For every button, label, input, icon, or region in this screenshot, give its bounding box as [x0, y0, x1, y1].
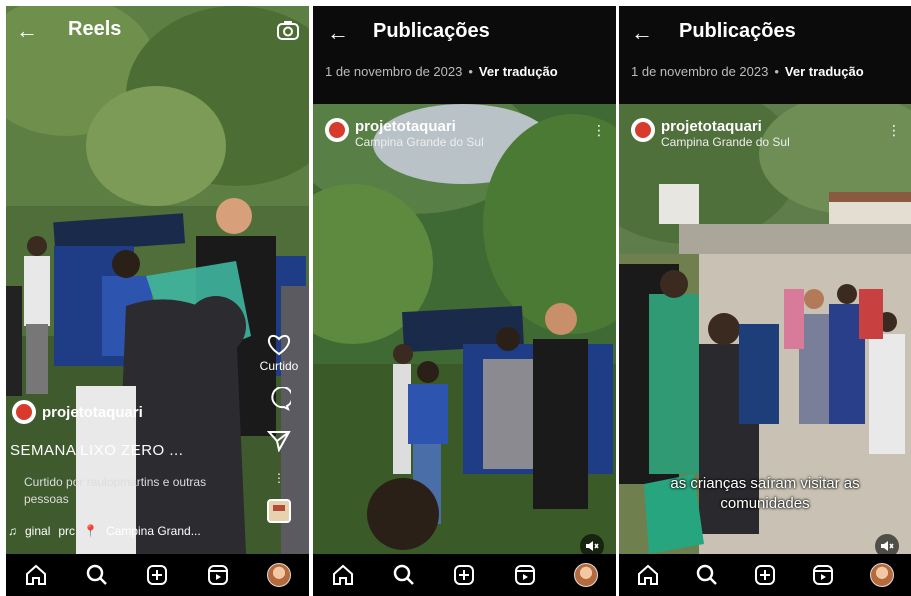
post-date: 1 de novembro de 2023: [325, 64, 463, 79]
reel-caption[interactable]: SEMANA LIXO ZERO ...: [10, 442, 183, 459]
search-icon[interactable]: [391, 562, 417, 588]
reel-author[interactable]: projetotaquari: [12, 400, 143, 424]
reel-actions: Curtido ⋮: [257, 334, 301, 528]
bottom-navigation: [619, 554, 911, 596]
audio-label[interactable]: ginal: [25, 524, 50, 538]
audio-cover-thumbnail[interactable]: [267, 499, 291, 528]
location-pin-icon: 📍: [83, 524, 98, 538]
author-avatar[interactable]: [325, 118, 349, 142]
profile-avatar[interactable]: [573, 562, 599, 588]
profile-avatar[interactable]: [869, 562, 895, 588]
post-panel-1: ← Publicações 1 de novembro de 2023 • Ve…: [313, 6, 616, 596]
post-video-frame[interactable]: [313, 104, 616, 554]
separator: •: [468, 64, 473, 79]
heart-icon[interactable]: [267, 334, 291, 361]
music-icon: ♫: [8, 524, 17, 538]
reels-icon[interactable]: [205, 562, 231, 588]
post-header: ← Publicações 1 de novembro de 2023 • Ve…: [313, 6, 616, 104]
subtitle-line: comunidades: [720, 495, 810, 513]
like-action[interactable]: Curtido: [259, 334, 299, 373]
back-arrow-icon[interactable]: ←: [631, 20, 653, 46]
page-title: Publicações: [679, 20, 796, 42]
create-icon[interactable]: [752, 562, 778, 588]
share-icon[interactable]: [266, 430, 291, 457]
see-translation-link[interactable]: Ver tradução: [479, 64, 558, 79]
profile-avatar[interactable]: [266, 562, 292, 588]
post-panel-2: ← Publicações 1 de novembro de 2023 • Ve…: [619, 6, 911, 596]
more-options-icon[interactable]: ⋮: [592, 122, 606, 139]
comment-icon[interactable]: [267, 386, 294, 416]
reels-icon[interactable]: [810, 562, 836, 588]
bottom-navigation: [6, 554, 309, 596]
author-avatar[interactable]: [12, 400, 36, 424]
see-translation-link[interactable]: Ver tradução: [785, 64, 864, 79]
home-icon[interactable]: [23, 562, 49, 588]
back-arrow-icon[interactable]: ←: [16, 18, 38, 44]
separator: •: [774, 64, 779, 79]
location-label[interactable]: Campina Grand...: [106, 524, 201, 538]
more-options-icon[interactable]: ⋮: [887, 122, 901, 139]
subtitle-line: as crianças saíram visitar as: [670, 475, 860, 492]
author-avatar[interactable]: [631, 118, 655, 142]
create-icon[interactable]: [451, 562, 477, 588]
reels-icon[interactable]: [512, 562, 538, 588]
post-meta: 1 de novembro de 2023 • Ver tradução: [631, 64, 864, 79]
author-name[interactable]: projetotaquari: [42, 404, 143, 421]
liked-by-text[interactable]: Curtido por raulopmartins e outras pesso…: [24, 474, 234, 508]
page-title: Publicações: [373, 20, 490, 42]
post-date: 1 de novembro de 2023: [631, 64, 769, 79]
create-icon[interactable]: [144, 562, 170, 588]
more-options-icon[interactable]: ⋮: [273, 471, 285, 485]
search-icon[interactable]: [694, 562, 720, 588]
audio-row[interactable]: ♫ ginal prc 📍 Campina Grand...: [8, 524, 201, 538]
home-icon[interactable]: [330, 562, 356, 588]
post-header: ← Publicações 1 de novembro de 2023 • Ve…: [619, 6, 911, 104]
post-author[interactable]: projetotaquari Campina Grande do Sul: [325, 118, 484, 149]
post-meta: 1 de novembro de 2023 • Ver tradução: [325, 64, 558, 79]
audio-author[interactable]: prc: [58, 524, 75, 538]
reels-title: Reels: [68, 18, 122, 40]
like-label: Curtido: [259, 359, 299, 373]
author-name[interactable]: projetotaquari: [661, 118, 762, 135]
search-icon[interactable]: [84, 562, 110, 588]
post-author[interactable]: projetotaquari Campina Grande do Sul: [631, 118, 790, 149]
back-arrow-icon[interactable]: ←: [327, 20, 349, 46]
home-icon[interactable]: [635, 562, 661, 588]
bottom-navigation: [313, 554, 616, 596]
reel-panel: ← Reels Curtido ⋮ projetotaquari SEMANA …: [6, 6, 309, 596]
video-subtitle: as crianças saíram visitar as comunidade…: [619, 474, 911, 515]
camera-icon[interactable]: [277, 20, 299, 45]
post-location[interactable]: Campina Grande do Sul: [355, 135, 484, 149]
post-location[interactable]: Campina Grande do Sul: [661, 135, 790, 149]
author-name[interactable]: projetotaquari: [355, 118, 456, 135]
